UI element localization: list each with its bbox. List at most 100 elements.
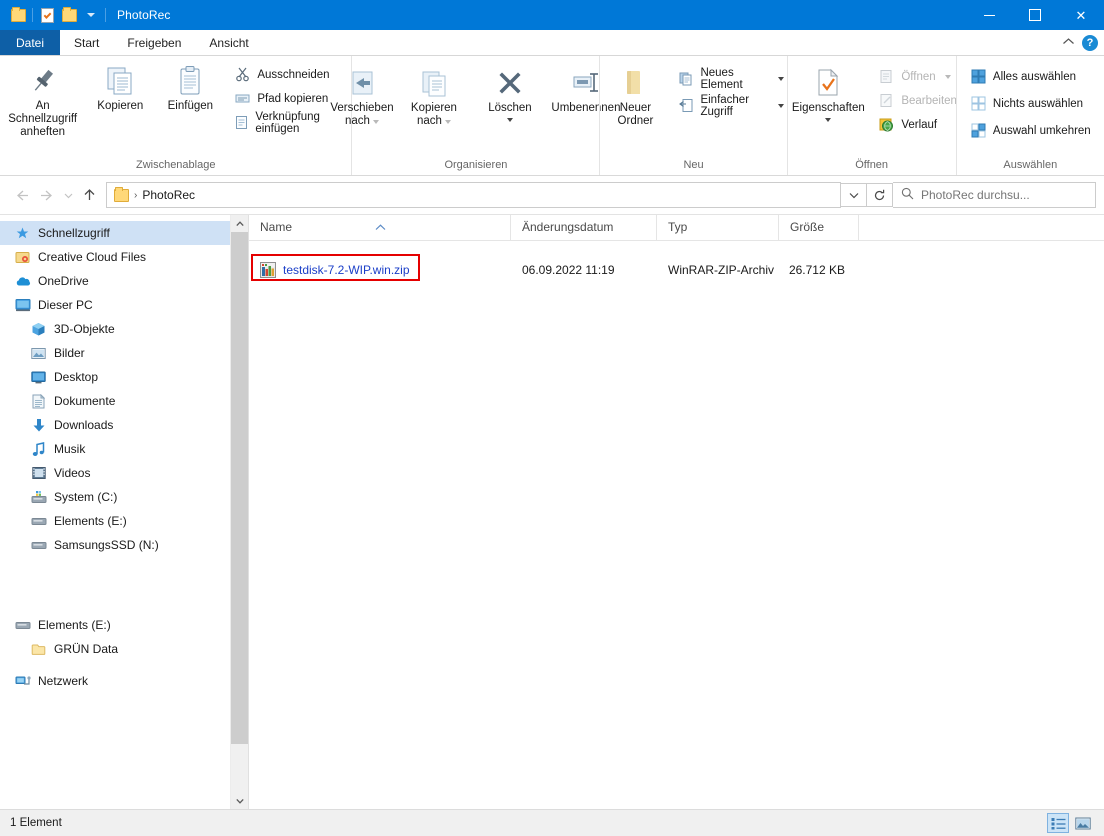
tab-start[interactable]: Start <box>60 30 113 55</box>
sidebar-item-label: Downloads <box>54 418 114 432</box>
chevron-down-icon[interactable] <box>506 118 513 122</box>
back-button[interactable] <box>8 182 34 208</box>
help-icon[interactable]: ? <box>1082 34 1098 51</box>
sidebar-item-label: Bilder <box>54 346 85 360</box>
maximize-button[interactable] <box>1012 0 1058 30</box>
move-to-button[interactable]: Verschieben nach <box>325 64 399 130</box>
sidebar-item-schnellzugriff[interactable]: Schnellzugriff <box>0 221 248 245</box>
sidebar-item-onedrive[interactable]: OneDrive <box>0 269 248 293</box>
sidebar-item-dieser-pc[interactable]: Dieser PC <box>0 293 248 317</box>
scrollbar-thumb[interactable] <box>231 232 248 744</box>
column-header-name[interactable]: Name <box>249 215 511 240</box>
chevron-down-icon[interactable] <box>372 119 379 124</box>
column-header-date[interactable]: Änderungsdatum <box>511 215 657 240</box>
properties-button[interactable]: Eigenschaften <box>783 64 873 124</box>
copy-to-button[interactable]: Kopieren nach <box>399 64 469 130</box>
properties-icon[interactable] <box>36 4 58 26</box>
easy-access-button[interactable]: Einfacher Zugriff <box>676 93 786 118</box>
column-header-type[interactable]: Typ <box>657 215 779 240</box>
chevron-down-icon[interactable] <box>825 118 832 122</box>
chevron-up-icon[interactable] <box>1062 37 1075 49</box>
sidebar-item-3d-objekte[interactable]: 3D-Objekte <box>0 317 248 341</box>
folder-icon[interactable] <box>58 4 80 26</box>
forward-button[interactable] <box>34 182 60 208</box>
select-all-button[interactable]: Alles auswählen <box>967 66 1094 87</box>
status-bar: 1 Element <box>0 809 1104 836</box>
breadcrumb[interactable]: › PhotoRec <box>109 186 200 202</box>
copy-button[interactable]: Kopieren <box>85 62 155 115</box>
new-folder-button[interactable]: Neuer Ordner <box>600 64 670 130</box>
table-row[interactable]: testdisk-7.2-WIP.win.zip 06.09.2022 11:1… <box>249 254 1104 282</box>
chevron-down-icon[interactable] <box>944 74 951 79</box>
button-label: Einfacher Zugriff <box>700 93 750 118</box>
window-title: PhotoRec <box>117 8 171 22</box>
chevron-down-icon[interactable] <box>444 119 451 124</box>
tab-freigeben[interactable]: Freigeben <box>113 30 195 55</box>
tab-ansicht[interactable]: Ansicht <box>195 30 262 55</box>
minimize-button[interactable] <box>966 0 1012 30</box>
sidebar-item-creative-cloud-files[interactable]: Creative Cloud Files <box>0 245 248 269</box>
sidebar-item-videos[interactable]: Videos <box>0 461 248 485</box>
breadcrumb-bar[interactable]: › PhotoRec <box>106 182 841 208</box>
sidebar-item-netzwerk[interactable]: Netzwerk <box>0 669 248 693</box>
refresh-button[interactable] <box>867 183 893 207</box>
tab-datei[interactable]: Datei <box>0 30 61 55</box>
search-input[interactable]: PhotoRec durchsu... <box>893 182 1096 208</box>
paste-button[interactable]: Einfügen <box>155 62 225 115</box>
scroll-down-arrow[interactable] <box>231 792 248 809</box>
sidebar-item-dokumente[interactable]: Dokumente <box>0 389 248 413</box>
file-explorer-window: PhotoRec ✕ Datei Start Freigeben Ansicht… <box>0 0 1104 836</box>
search-icon <box>901 187 914 203</box>
address-dropdown-button[interactable] <box>841 183 867 207</box>
desktop-icon <box>30 369 47 386</box>
button-label: Ausschneiden <box>257 68 330 81</box>
up-button[interactable] <box>76 182 102 208</box>
pictures-icon <box>30 345 47 362</box>
group-label: Neu <box>683 159 704 171</box>
button-label-line1: Löschen <box>488 102 532 114</box>
column-header-size[interactable]: Größe <box>779 215 859 240</box>
sidebar-item-downloads[interactable]: Downloads <box>0 413 248 437</box>
sidebar-item-bilder[interactable]: Bilder <box>0 341 248 365</box>
close-button[interactable]: ✕ <box>1058 0 1104 30</box>
group-label: Organisieren <box>444 159 508 171</box>
column-label: Typ <box>668 220 688 234</box>
sidebar-item-desktop[interactable]: Desktop <box>0 365 248 389</box>
tab-label: Freigeben <box>127 35 182 50</box>
chevron-down-icon[interactable] <box>80 4 102 26</box>
select-none-button[interactable]: Nichts auswählen <box>967 93 1094 114</box>
pin-to-quick-access-button[interactable]: An Schnellzugriff anheften <box>0 62 85 141</box>
navigation-scrollbar[interactable] <box>230 215 248 809</box>
button-label-line1: Verschieben <box>330 102 394 114</box>
new-item-icon <box>679 70 694 87</box>
copy-to-icon <box>419 66 449 98</box>
open-button[interactable]: Öffnen <box>875 66 960 87</box>
scroll-up-arrow[interactable] <box>231 215 248 232</box>
sidebar-item-elements-e[interactable]: Elements (E:) <box>0 509 248 533</box>
edit-button[interactable]: Bearbeiten <box>875 90 960 111</box>
properties-icon <box>814 66 842 98</box>
scissors-icon <box>234 66 251 83</box>
button-label-line1: Neuer <box>619 102 652 114</box>
invert-selection-button[interactable]: Auswahl umkehren <box>967 120 1094 141</box>
paste-icon <box>174 64 206 96</box>
column-label: Name <box>260 220 293 234</box>
details-view-button[interactable] <box>1047 813 1069 833</box>
button-label-line1: Kopieren <box>410 102 457 114</box>
button-label-line2: nach <box>416 115 442 127</box>
large-icons-view-button[interactable] <box>1072 813 1094 833</box>
new-item-button[interactable]: Neues Element <box>676 67 786 91</box>
sidebar-item-gruen-data[interactable]: GRÜN Data <box>0 637 248 661</box>
videos-icon <box>30 465 47 482</box>
sidebar-item-system-c[interactable]: System (C:) <box>0 485 248 509</box>
button-label-line1: An Schnellzugriff <box>8 100 78 125</box>
recent-locations-button[interactable] <box>60 182 76 208</box>
sidebar-item-musik[interactable]: Musik <box>0 437 248 461</box>
new-small-commands: Neues Element Einfacher Zugriff <box>676 64 786 118</box>
history-button[interactable]: Verlauf <box>875 114 960 135</box>
delete-button[interactable]: Löschen <box>475 64 545 124</box>
sidebar-item-samsungssd-n[interactable]: SamsungsSSD (N:) <box>0 533 248 557</box>
sidebar-item-elements-e-root[interactable]: Elements (E:) <box>0 613 248 637</box>
open-icon <box>878 68 895 85</box>
folder-icon[interactable] <box>7 4 29 26</box>
